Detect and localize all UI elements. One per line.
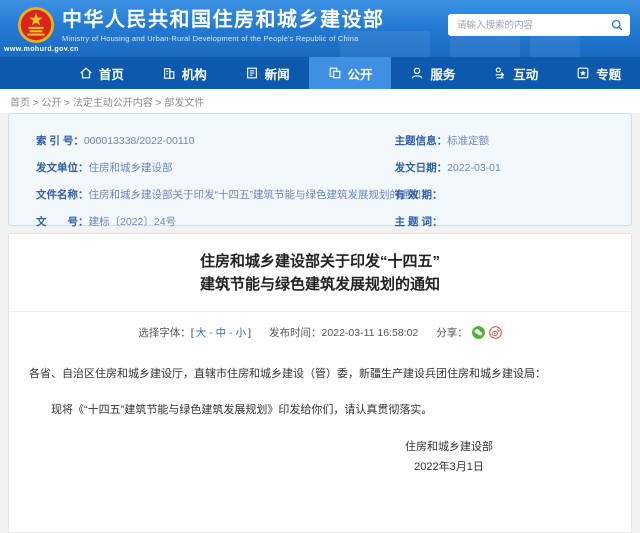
- meta-row-doc-number: 文 号：建标〔2022〕24号: [36, 216, 177, 228]
- share-wechat-icon[interactable]: [471, 326, 485, 339]
- document-card: 住房和城乡建设部关于印发“十四五” 建筑节能与绿色建筑发展规划的通知 选择字体：…: [8, 233, 632, 533]
- font-size-medium[interactable]: 中: [216, 325, 227, 340]
- meta-row-keywords: 主 题 词：: [394, 216, 443, 228]
- nav-item-service[interactable]: 服务: [391, 57, 474, 89]
- meta-row-doc-title: 文件名称：住房和城乡建设部关于印发“十四五”建筑节能与绿色建筑发展规划的通知: [36, 189, 421, 201]
- site-title: 中华人民共和国住房和城乡建设部: [62, 9, 385, 31]
- meta-row-index-no: 索 引 号：000013338/2022-00110: [36, 135, 195, 147]
- nav-item-topics[interactable]: 专题: [557, 57, 640, 89]
- topic-star-icon: [577, 67, 589, 79]
- news-icon: [246, 67, 257, 79]
- site-header: www.mohurd.gov.cn 中华人民共和国住房和城乡建设部 Minist…: [0, 0, 640, 57]
- site-url: www.mohurd.gov.cn: [4, 46, 79, 53]
- national-emblem-icon: [17, 6, 55, 44]
- signature-block: 住房和城乡建设部 2022年3月1日: [405, 437, 493, 477]
- building-icon: [163, 68, 175, 79]
- search-icon[interactable]: [611, 19, 623, 31]
- signature-date: 2022年3月1日: [414, 461, 484, 473]
- publish-time-label: 发布时间：: [269, 327, 322, 339]
- site-subtitle: Ministry of Housing and Urban-Rural Deve…: [62, 34, 359, 43]
- open-docs-icon: [329, 67, 340, 79]
- service-person-icon: [412, 67, 423, 79]
- share-label: 分享：: [436, 327, 468, 339]
- nav-item-home[interactable]: 首页: [60, 57, 143, 89]
- share-weibo-icon[interactable]: [488, 326, 502, 339]
- nav-item-news[interactable]: 新闻: [226, 57, 309, 89]
- search-input[interactable]: [455, 18, 611, 32]
- nav-item-org[interactable]: 机构: [143, 57, 226, 89]
- document-meta-panel: 索 引 号：000013338/2022-00110 发文单位：住房和城乡建设部…: [8, 113, 632, 228]
- body-paragraph: 各省、自治区住房和城乡建设厅，直辖市住房和城乡建设（管）委，新疆生产建设兵团住房…: [29, 368, 546, 380]
- document-title: 住房和城乡建设部关于印发“十四五” 建筑节能与绿色建筑发展规划的通知: [9, 234, 631, 312]
- meta-row-validity: 有 效 期：: [394, 189, 443, 201]
- document-toolbar: 选择字体： [ 大 - 中 - 小 ] 发布时间： 2022-03-11 16:…: [9, 325, 631, 340]
- meta-row-issue-date: 发文日期：2022-03-01: [394, 162, 501, 174]
- meta-row-theme: 主题信息：标准定额: [394, 135, 490, 147]
- home-icon: [80, 67, 92, 79]
- nav-item-open[interactable]: 公开: [308, 57, 392, 89]
- document-body: 各省、自治区住房和城乡建设厅，直辖市住房和城乡建设（管）委，新疆生产建设兵团住房…: [29, 365, 611, 477]
- search-box[interactable]: [448, 14, 630, 36]
- nav-item-interact[interactable]: 互动: [474, 57, 557, 89]
- signature-org: 住房和城乡建设部: [405, 441, 493, 453]
- font-size-large[interactable]: 大: [196, 325, 207, 340]
- font-size-small[interactable]: 小: [236, 325, 247, 340]
- interact-icon: [495, 67, 505, 79]
- main-nav: 首页 机构 新闻 公开 服务 互动 专题: [0, 57, 640, 89]
- breadcrumb[interactable]: 首页 > 公开 > 法定主动公开内容 > 部发文件: [0, 89, 640, 113]
- meta-row-issuer: 发文单位：住房和城乡建设部: [36, 162, 173, 174]
- publish-time: 2022-03-11 16:58:02: [321, 326, 419, 339]
- font-select-label: 选择字体：: [138, 327, 191, 339]
- body-paragraph: 现将《“十四五”建筑节能与绿色建筑发展规划》印发给你们，请认真贯彻落实。: [51, 404, 433, 416]
